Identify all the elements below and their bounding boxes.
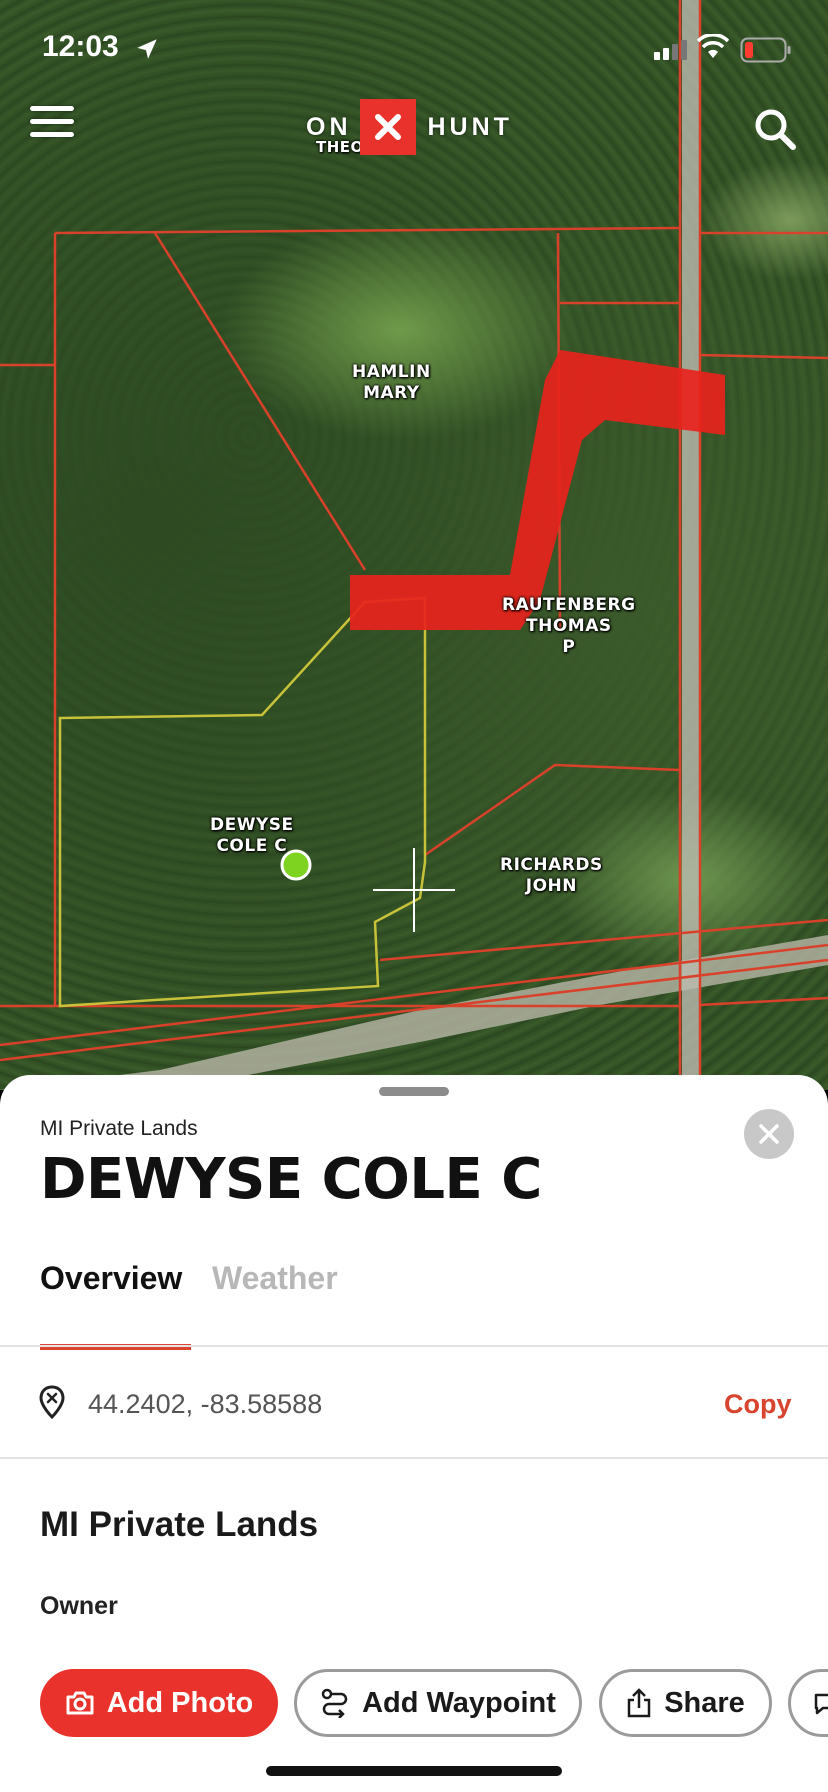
- home-indicator: [266, 1766, 562, 1776]
- wifi-icon: [697, 34, 729, 58]
- owner-label: Owner: [40, 1592, 118, 1620]
- action-bar: Add Photo Add Waypoint Share: [0, 1669, 828, 1737]
- close-button[interactable]: [744, 1109, 794, 1159]
- tab-overview[interactable]: Overview: [40, 1260, 182, 1297]
- signal-icon: [654, 40, 687, 60]
- road-vertical: [682, 0, 700, 1075]
- copy-button[interactable]: Copy: [724, 1389, 792, 1420]
- route-icon: [321, 1688, 348, 1718]
- comment-icon: [814, 1693, 828, 1715]
- add-waypoint-label: Add Waypoint: [362, 1686, 556, 1719]
- map-overlay: [0, 0, 828, 1090]
- status-bar: 12:03: [0, 0, 828, 90]
- add-photo-label: Add Photo: [106, 1686, 254, 1719]
- coordinates-row: 44.2402, -83.58588 Copy: [0, 1347, 828, 1459]
- parcel-label-rautenberg: RAUTENBERG THOMAS P: [502, 595, 636, 657]
- camera-icon: [66, 1691, 94, 1715]
- tab-weather[interactable]: Weather: [212, 1260, 338, 1297]
- close-icon: [759, 1124, 779, 1144]
- add-photo-button[interactable]: Add Photo: [40, 1669, 278, 1737]
- sheet-subtitle: MI Private Lands: [40, 1117, 198, 1140]
- coordinates-divider: [0, 1457, 828, 1459]
- share-button[interactable]: Share: [599, 1669, 772, 1737]
- parcel-label-hamlin: HAMLIN MARY: [352, 362, 431, 403]
- section-title: MI Private Lands: [40, 1505, 319, 1544]
- parcel-label-richards: RICHARDS JOHN: [500, 855, 603, 896]
- coordinates-text: 44.2402, -83.58588: [88, 1389, 323, 1419]
- logo-text-left: ON: [306, 112, 352, 141]
- status-time: 12:03: [42, 30, 119, 63]
- comment-button[interactable]: [788, 1669, 828, 1737]
- share-icon: [627, 1688, 651, 1718]
- road: [0, 935, 828, 1090]
- battery-low-icon: [740, 37, 791, 63]
- location-arrow-icon: [137, 39, 157, 59]
- map-view[interactable]: HAMLIN MARY RAUTENBERG THOMAS P DEWYSE COLE …: [0, 0, 828, 1090]
- map-pin-x-icon: [39, 1385, 65, 1419]
- search-icon[interactable]: [752, 106, 798, 152]
- sheet-title: DEWYSE COLE C: [40, 1147, 542, 1212]
- logo-text-right: HUNT: [427, 112, 513, 141]
- share-label: Share: [664, 1686, 745, 1719]
- sheet-grabber[interactable]: [379, 1087, 449, 1096]
- selected-parcel-outline: [58, 596, 427, 1008]
- logo-x-icon: [359, 99, 416, 155]
- hamburger-icon[interactable]: [30, 106, 74, 146]
- add-waypoint-button[interactable]: Add Waypoint: [294, 1669, 582, 1737]
- parcel-label-dewyse: DEWYSE COLE C: [210, 815, 294, 856]
- onx-hunt-logo: ON HUNT: [306, 99, 513, 155]
- crosshair: [373, 848, 455, 932]
